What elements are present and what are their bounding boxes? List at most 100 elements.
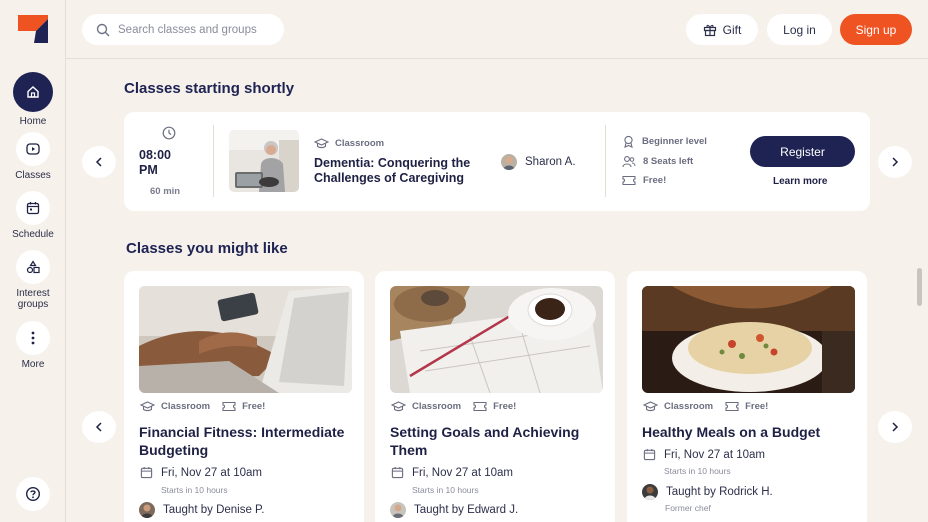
class-type: Classroom: [140, 401, 210, 412]
teacher-name: Taught by Rodrick H.: [666, 486, 773, 498]
class-card[interactable]: Classroom Free! Setting Goals and Achiev…: [375, 271, 615, 522]
starts-in: Starts in 10 hours: [664, 466, 731, 476]
seats-left: 8 Seats left: [622, 155, 693, 168]
class-title[interactable]: Financial Fitness: Intermediate Budgetin…: [139, 423, 354, 459]
class-tags: Classroom Free!: [643, 401, 774, 412]
class-price-label: Free!: [493, 401, 517, 412]
class-type-label: Classroom: [412, 401, 462, 412]
search-box[interactable]: [82, 14, 284, 45]
caregiving-photo: [229, 130, 299, 192]
chevron-right-icon: [892, 157, 899, 167]
class-date-label: Fri, Nov 27 at 10am: [161, 466, 262, 479]
start-time-hour: 08:00: [139, 148, 171, 162]
class-type-label: Classroom: [335, 138, 385, 149]
class-price-label: Free!: [242, 401, 266, 412]
starts-in: Starts in 10 hours: [412, 485, 479, 495]
calendar-icon: [140, 466, 153, 479]
sidebar-item-classes[interactable]: Classes: [0, 132, 66, 181]
section-title-recommended: Classes you might like: [126, 240, 288, 257]
calendar-icon: [391, 466, 404, 479]
calendar-icon: [16, 191, 50, 225]
sidebar-item-schedule[interactable]: Schedule: [0, 191, 66, 240]
ticket-icon: [222, 401, 236, 412]
ticket-icon: [622, 175, 636, 186]
sidebar-item-label: More: [21, 359, 45, 370]
chevron-left-icon: [95, 422, 102, 432]
calendar-icon: [643, 448, 656, 461]
teacher-info[interactable]: Taught by Edward J.: [390, 502, 518, 518]
carousel-next-button[interactable]: [878, 146, 912, 178]
class-image[interactable]: [642, 286, 855, 393]
class-type-label: Classroom: [664, 401, 714, 412]
login-button[interactable]: Log in: [767, 14, 832, 45]
people-icon: [622, 156, 636, 168]
divider: [213, 125, 214, 197]
register-button[interactable]: Register: [750, 136, 855, 167]
class-title[interactable]: Setting Goals and Achieving Them: [390, 423, 605, 459]
logo-icon[interactable]: [16, 13, 50, 45]
starts-in: Starts in 10 hours: [161, 485, 228, 495]
class-title[interactable]: Healthy Meals on a Budget: [642, 423, 857, 441]
teacher-info[interactable]: Taught by Rodrick H.: [642, 484, 773, 500]
graduation-cap-icon: [391, 401, 406, 412]
sidebar-item-label: Interest groups: [16, 288, 50, 310]
avatar: [390, 502, 406, 518]
ticket-icon: [725, 401, 739, 412]
carousel-prev-button[interactable]: [82, 146, 116, 178]
search-input[interactable]: [118, 23, 278, 36]
avatar: [642, 484, 658, 500]
class-type: Classroom: [643, 401, 713, 412]
start-time: 08:00 PM: [139, 148, 171, 178]
cards-next-button[interactable]: [878, 411, 912, 443]
teacher-subtitle: Former chef: [665, 503, 711, 513]
class-tags: Classroom Free!: [140, 401, 271, 412]
home-icon: [13, 72, 53, 112]
class-card[interactable]: Classroom Free! Financial Fitness: Inter…: [124, 271, 364, 522]
class-type: Classroom: [314, 138, 384, 149]
cards-prev-button[interactable]: [82, 411, 116, 443]
class-price-label: Free!: [745, 401, 769, 412]
teacher-name: Sharon A.: [525, 156, 576, 168]
graduation-cap-icon: [314, 138, 329, 149]
class-date: Fri, Nov 27 at 10am: [391, 466, 513, 479]
healthy-meal-photo: [642, 286, 855, 393]
top-header: Gift Log in Sign up: [66, 0, 928, 59]
learn-more-link[interactable]: Learn more: [773, 176, 827, 187]
help-icon: [25, 486, 41, 502]
class-price-label: Free!: [643, 175, 667, 186]
class-type-label: Classroom: [161, 401, 211, 412]
class-date: Fri, Nov 27 at 10am: [643, 448, 765, 461]
sidebar-item-interest-groups[interactable]: Interest groups: [0, 250, 66, 310]
avatar: [501, 154, 517, 170]
class-image[interactable]: [139, 286, 352, 393]
upcoming-class-card[interactable]: 08:00 PM 60 min Classroom Dementia: Conq…: [124, 112, 870, 211]
class-price: Free!: [222, 401, 265, 412]
chevron-left-icon: [95, 157, 102, 167]
teacher-info[interactable]: Taught by Denise P.: [139, 502, 264, 518]
graduation-cap-icon: [643, 401, 658, 412]
class-card[interactable]: Classroom Free! Healthy Meals on a Budge…: [627, 271, 867, 522]
gift-button[interactable]: Gift: [686, 14, 758, 45]
sidebar-item-home[interactable]: Home: [0, 72, 66, 127]
sidebar-item-more[interactable]: More: [0, 321, 66, 370]
level-badge-icon: [624, 135, 633, 148]
seats-left-label: 8 Seats left: [643, 156, 694, 167]
class-title[interactable]: Dementia: Conquering the Challenges of C…: [314, 156, 494, 186]
help-button[interactable]: [16, 477, 50, 511]
search-icon: [96, 23, 110, 36]
teacher-name: Taught by Denise P.: [163, 504, 265, 516]
class-tags: Classroom Free!: [391, 401, 522, 412]
class-date-label: Fri, Nov 27 at 10am: [664, 448, 765, 461]
page-scrollbar[interactable]: [917, 268, 922, 306]
graduation-cap-icon: [140, 401, 155, 412]
sidebar-item-label: Schedule: [12, 229, 54, 240]
class-image[interactable]: [390, 286, 603, 393]
class-type: Classroom: [391, 401, 461, 412]
class-level-label: Beginner level: [642, 136, 707, 147]
laptop-credit-card-photo: [139, 286, 352, 393]
signup-button[interactable]: Sign up: [840, 14, 912, 45]
planner-coffee-photo: [390, 286, 603, 393]
teacher-info[interactable]: Sharon A.: [501, 154, 576, 170]
sidebar-item-label: Home: [19, 116, 47, 127]
class-thumbnail[interactable]: [229, 130, 299, 192]
